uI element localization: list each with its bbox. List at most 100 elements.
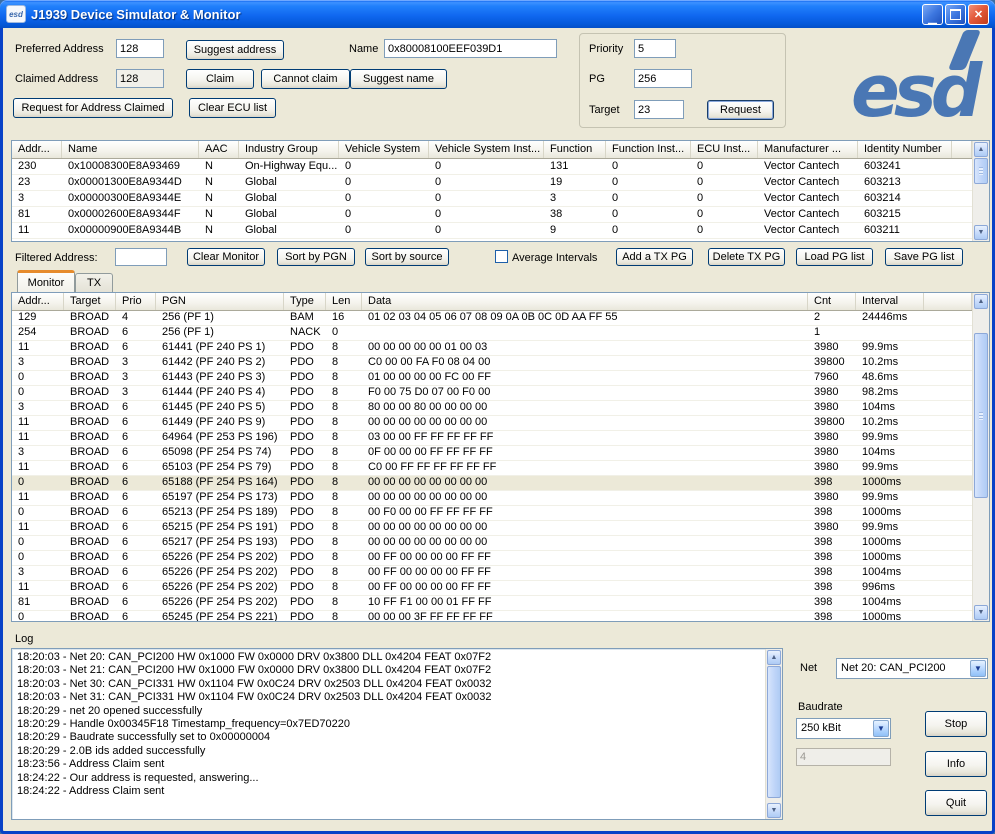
ecu-table-scrollbar[interactable]: ▲ ▼: [972, 141, 989, 241]
table-row[interactable]: 30x00000300E8A9344ENGlobal00300Vector Ca…: [12, 191, 972, 207]
table-row[interactable]: 3BROAD361442 (PF 240 PS 2)PDO8C0 00 00 F…: [12, 356, 972, 371]
close-button[interactable]: ✕: [968, 4, 989, 25]
table-row[interactable]: 0BROAD361443 (PF 240 PS 3)PDO801 00 00 0…: [12, 371, 972, 386]
scroll-up-icon[interactable]: ▲: [974, 142, 988, 157]
table-row[interactable]: 0BROAD665245 (PF 254 PS 221)PDO800 00 00…: [12, 611, 972, 621]
column-header[interactable]: PGN: [156, 293, 284, 310]
column-header[interactable]: Name: [62, 141, 199, 158]
column-header[interactable]: Industry Group: [239, 141, 339, 158]
table-row[interactable]: 254BROAD6256 (PF 1)NACK01: [12, 326, 972, 341]
table-row[interactable]: 3BROAD661445 (PF 240 PS 5)PDO880 00 00 8…: [12, 401, 972, 416]
filtered-address-input[interactable]: [115, 248, 167, 266]
pg-input[interactable]: [634, 69, 692, 88]
table-row[interactable]: 11BROAD664964 (PF 253 PS 196)PDO803 00 0…: [12, 431, 972, 446]
table-row[interactable]: 3BROAD665226 (PF 254 PS 202)PDO800 FF 00…: [12, 566, 972, 581]
log-scrollbar[interactable]: ▲ ▼: [765, 649, 782, 819]
column-header[interactable]: Interval: [856, 293, 924, 310]
column-header[interactable]: ECU Inst...: [691, 141, 758, 158]
scrollbar-thumb[interactable]: [974, 158, 988, 184]
priority-input[interactable]: [634, 39, 676, 58]
column-header[interactable]: Data: [362, 293, 808, 310]
delete-tx-pg-button[interactable]: Delete TX PG: [708, 248, 785, 266]
chevron-down-icon[interactable]: ▼: [873, 720, 889, 737]
name-input[interactable]: [384, 39, 557, 58]
table-row[interactable]: 230x00001300E8A9344DNGlobal001900Vector …: [12, 175, 972, 191]
cell: 0: [12, 551, 64, 565]
column-header[interactable]: Prio: [116, 293, 156, 310]
table-row[interactable]: 11BROAD665226 (PF 254 PS 202)PDO800 FF 0…: [12, 581, 972, 596]
chevron-down-icon[interactable]: ▼: [970, 660, 986, 677]
clear-ecu-list-button[interactable]: Clear ECU list: [189, 98, 276, 118]
target-input[interactable]: [634, 100, 684, 119]
cell: 0: [429, 159, 544, 174]
clear-monitor-button[interactable]: Clear Monitor: [187, 248, 265, 266]
table-row[interactable]: 0BROAD665226 (PF 254 PS 202)PDO800 FF 00…: [12, 551, 972, 566]
table-row[interactable]: 81BROAD665226 (PF 254 PS 202)PDO810 FF F…: [12, 596, 972, 611]
tab-monitor[interactable]: Monitor: [17, 270, 75, 292]
scroll-up-icon[interactable]: ▲: [974, 294, 988, 309]
table-row[interactable]: 11BROAD665197 (PF 254 PS 173)PDO800 00 0…: [12, 491, 972, 506]
column-header[interactable]: Type: [284, 293, 326, 310]
table-row[interactable]: 11BROAD661441 (PF 240 PS 1)PDO800 00 00 …: [12, 341, 972, 356]
sort-by-source-button[interactable]: Sort by source: [365, 248, 449, 266]
column-header[interactable]: AAC: [199, 141, 239, 158]
save-pg-list-button[interactable]: Save PG list: [885, 248, 963, 266]
column-header[interactable]: Addr...: [12, 293, 64, 310]
column-header[interactable]: Identity Number: [858, 141, 952, 158]
net-select[interactable]: Net 20: CAN_PCI200 ▼: [836, 658, 988, 679]
scrollbar-thumb[interactable]: [767, 666, 781, 798]
stop-button[interactable]: Stop: [925, 711, 987, 737]
claim-button[interactable]: Claim: [186, 69, 254, 89]
minimize-button[interactable]: ▁: [922, 4, 943, 25]
titlebar[interactable]: esd J1939 Device Simulator & Monitor ▁ ✕: [0, 0, 995, 28]
suggest-address-button[interactable]: Suggest address: [186, 40, 284, 60]
table-row[interactable]: 00x00000000E8A9344CNGlobal00900Vector Ca…: [12, 239, 972, 241]
request-button[interactable]: Request: [707, 100, 774, 120]
table-row[interactable]: 11BROAD661449 (PF 240 PS 9)PDO800 00 00 …: [12, 416, 972, 431]
sort-by-pgn-button[interactable]: Sort by PGN: [277, 248, 355, 266]
info-button[interactable]: Info: [925, 751, 987, 777]
maximize-button[interactable]: [945, 4, 966, 25]
scroll-down-icon[interactable]: ▼: [974, 225, 988, 240]
column-header[interactable]: Vehicle System: [339, 141, 429, 158]
log-box[interactable]: 18:20:03 - Net 20: CAN_PCI200 HW 0x1000 …: [11, 648, 783, 820]
table-row[interactable]: 11BROAD665103 (PF 254 PS 79)PDO8C0 00 FF…: [12, 461, 972, 476]
load-pg-list-button[interactable]: Load PG list: [796, 248, 873, 266]
table-row[interactable]: 11BROAD665215 (PF 254 PS 191)PDO800 00 0…: [12, 521, 972, 536]
table-row[interactable]: 0BROAD665217 (PF 254 PS 193)PDO800 00 00…: [12, 536, 972, 551]
scrollbar-thumb[interactable]: [974, 333, 988, 498]
table-row[interactable]: 2300x10008300E8A93469NOn-Highway Equ...0…: [12, 159, 972, 175]
monitor-table-scrollbar[interactable]: ▲ ▼: [972, 293, 989, 621]
tab-tx[interactable]: TX: [75, 273, 113, 292]
column-header[interactable]: Target: [64, 293, 116, 310]
table-row[interactable]: 129BROAD4256 (PF 1)BAM1601 02 03 04 05 0…: [12, 311, 972, 326]
cell: 11: [12, 581, 64, 595]
table-row[interactable]: 0BROAD361444 (PF 240 PS 4)PDO8F0 00 75 D…: [12, 386, 972, 401]
scroll-down-icon[interactable]: ▼: [974, 605, 988, 620]
column-header[interactable]: Manufacturer ...: [758, 141, 858, 158]
table-row[interactable]: 810x00002600E8A9344FNGlobal003800Vector …: [12, 207, 972, 223]
cell: PDO: [284, 386, 326, 400]
table-row[interactable]: 3BROAD665098 (PF 254 PS 74)PDO80F 00 00 …: [12, 446, 972, 461]
average-intervals-checkbox[interactable]: [495, 250, 508, 263]
cell: 65245 (PF 254 PS 221): [156, 611, 284, 621]
cannot-claim-button[interactable]: Cannot claim: [261, 69, 350, 89]
baudrate-select[interactable]: 250 kBit ▼: [796, 718, 891, 739]
scroll-up-icon[interactable]: ▲: [767, 650, 781, 665]
column-header[interactable]: Addr...: [12, 141, 62, 158]
suggest-name-button[interactable]: Suggest name: [350, 69, 447, 89]
column-header[interactable]: Function: [544, 141, 606, 158]
column-header[interactable]: Function Inst...: [606, 141, 691, 158]
add-tx-pg-button[interactable]: Add a TX PG: [616, 248, 693, 266]
monitor-table: Addr...TargetPrioPGNTypeLenDataCntInterv…: [11, 292, 990, 622]
table-row[interactable]: 110x00000900E8A9344BNGlobal00900Vector C…: [12, 223, 972, 239]
scroll-down-icon[interactable]: ▼: [767, 803, 781, 818]
table-row[interactable]: 0BROAD665213 (PF 254 PS 189)PDO800 F0 00…: [12, 506, 972, 521]
column-header[interactable]: Cnt: [808, 293, 856, 310]
quit-button[interactable]: Quit: [925, 790, 987, 816]
column-header[interactable]: Len: [326, 293, 362, 310]
column-header[interactable]: Vehicle System Inst...: [429, 141, 544, 158]
table-row[interactable]: 0BROAD665188 (PF 254 PS 164)PDO800 00 00…: [12, 476, 972, 491]
request-for-address-claimed-button[interactable]: Request for Address Claimed: [13, 98, 173, 118]
preferred-address-input[interactable]: [116, 39, 164, 58]
